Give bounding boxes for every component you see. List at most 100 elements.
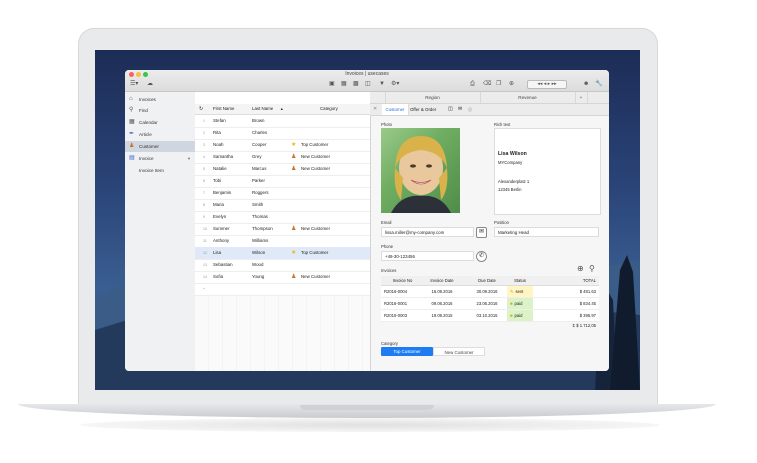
mail-icon[interactable]: ✉ [476, 227, 487, 238]
search-icon[interactable]: ⚲ [589, 264, 595, 273]
category-new-customer-button[interactable]: New Customer [433, 347, 485, 356]
sidebar-item-invoices[interactable]: ⌂ Invoices [125, 94, 195, 105]
close-icon[interactable] [129, 72, 134, 77]
category-cell: Top Customer [301, 250, 329, 255]
status-badge: ■ paid [507, 298, 533, 309]
category-top-customer-button[interactable]: Top Customer [381, 347, 433, 356]
phone-icon[interactable]: ✆ [476, 251, 487, 262]
invoice-row[interactable]: R2016-0004 16.09.2016 30.09.2016 ✎ sent $ 481… [381, 286, 599, 298]
first-name-cell: Noah [213, 142, 224, 147]
first-name-cell: Evelyn [213, 214, 227, 219]
database-icon[interactable]: ☰▾ [130, 80, 138, 88]
cloud-icon[interactable]: ☁ [147, 80, 153, 88]
column-header-first-name[interactable]: First Name [213, 104, 234, 114]
status-badge: ✎ sent [507, 286, 533, 297]
sidebar-item-invoice-item[interactable]: Invoice Item [125, 165, 195, 176]
refresh-icon[interactable]: ↻ [199, 104, 203, 114]
email-field[interactable]: lissa.miller@my-company.com [381, 227, 474, 237]
first-name-cell: Natalie [213, 166, 227, 171]
row-number: 7 [203, 191, 205, 195]
table-view-icon[interactable]: ▦ [341, 80, 347, 88]
trash-icon[interactable]: ⌫ [483, 80, 491, 88]
rich-text-field[interactable]: Lisa Wilson MYCompany Alexanderplatz 1 1… [494, 128, 601, 215]
filter-icon[interactable]: ▼ [379, 80, 385, 88]
customer-photo [381, 128, 460, 213]
user-icon[interactable]: ☻ [583, 80, 589, 88]
money-icon: ■ [510, 301, 513, 306]
zoom-icon[interactable] [143, 72, 148, 77]
last-name-cell: Cooper [252, 142, 267, 147]
layout-icon[interactable]: ◫ [365, 80, 371, 88]
print-icon[interactable]: ⎙ [470, 80, 475, 88]
pencil-icon: ✎ [510, 289, 514, 294]
sidebar-item-find[interactable]: ⚲ Find [125, 105, 195, 116]
house-icon: ⌂ [129, 96, 133, 102]
status-text: paid [514, 301, 523, 306]
column-header-status[interactable]: Status [507, 276, 533, 285]
first-name-cell: Sofia [213, 274, 224, 279]
row-number: 10 [203, 227, 207, 231]
first-name-cell: Summer [213, 226, 230, 231]
sidebar-item-calendar[interactable]: ▦ Calendar [125, 117, 195, 128]
column-header-category[interactable]: Category [320, 104, 338, 114]
tab-revenue[interactable]: Revenue [480, 92, 576, 103]
column-header-invoice-date[interactable]: Invoice Date [422, 276, 462, 285]
invoice-row[interactable]: R2015-0003 19.09.2015 03.10.2015 ■ paid $ 395… [381, 310, 599, 322]
category-cell: New Customer [301, 226, 331, 231]
column-header-due-date[interactable]: Due Date [469, 276, 505, 285]
star-icon: ★ [291, 142, 297, 148]
sum-icon: Σ [572, 323, 576, 328]
column-header-total[interactable]: TOTAL [536, 276, 596, 285]
minimize-icon[interactable] [136, 72, 141, 77]
row-number: + [203, 287, 206, 291]
phone-field[interactable]: +49-30-123456 [381, 251, 474, 261]
row-number: 4 [203, 155, 205, 159]
sidebar-item-customer[interactable]: ♟ Customer [125, 141, 195, 152]
invoice-date-cell: 09.06.2016 [431, 301, 453, 306]
photo-label: Photo [381, 122, 392, 127]
close-detail-icon[interactable]: ✕ [373, 104, 377, 115]
last-name-cell: Young [252, 274, 265, 279]
last-name-cell: Thompson [252, 226, 273, 231]
table-row[interactable]: + [195, 283, 370, 296]
tab-region[interactable]: Region [385, 92, 481, 103]
sidebar-item-invoice[interactable]: ▤ Invoice ▼ [125, 153, 195, 164]
invoice-row[interactable]: R2016-0001 09.06.2016 23.06.2016 ■ paid $ 834… [381, 298, 599, 310]
last-name-cell: Marcus [252, 166, 267, 171]
rich-text-label: Rich text [494, 122, 511, 127]
column-header-last-name[interactable]: Last Name [252, 104, 273, 114]
comment-icon[interactable]: ✉ [458, 104, 462, 115]
add-tab-button[interactable]: + [575, 92, 588, 103]
record-navigator[interactable]: ◂◂ ◂ ▸ ▸▸ [527, 80, 567, 89]
gear-icon[interactable]: ⚙▾ [391, 80, 399, 88]
due-date-cell: 03.10.2015 [476, 313, 498, 318]
person-icon: ♟ [291, 166, 297, 172]
magnifier-icon: ⚲ [129, 107, 134, 113]
phone-label: Phone [381, 244, 394, 249]
document-icon[interactable]: ◫ [448, 104, 453, 115]
invoice-sum-value: $ 1.712,05 [576, 323, 596, 328]
tab-offer-order[interactable]: Offer & Order [410, 104, 436, 115]
row-number: 12 [203, 251, 207, 255]
info-icon[interactable]: ⓘ [468, 104, 472, 115]
sidebar-item-article[interactable]: ✒ Article [125, 129, 195, 140]
add-invoice-icon[interactable]: ⊕ [577, 264, 584, 273]
add-record-icon[interactable]: ⊕ [509, 80, 514, 88]
invoice-date-cell: 16.09.2016 [431, 289, 453, 294]
tab-customer[interactable]: Customer [382, 104, 409, 115]
form-view-icon[interactable]: ▣ [329, 80, 335, 88]
first-name-cell: Sebastian [213, 262, 233, 267]
sort-arrow-icon: ▲ [280, 107, 284, 111]
list-header: ↻ First Name Last Name ▲ Category [195, 104, 370, 115]
row-number: 1 [203, 119, 205, 123]
chevron-down-icon[interactable]: ▼ [187, 153, 191, 164]
chart-icon[interactable]: ▩ [353, 80, 359, 88]
position-field[interactable]: Marketing Head [494, 227, 599, 237]
due-date-cell: 30.09.2016 [476, 289, 498, 294]
wrench-icon[interactable]: 🔧 [595, 80, 602, 88]
last-name-cell: Charles [252, 130, 268, 135]
row-number: 8 [203, 203, 205, 207]
category-cell: New Customer [301, 154, 331, 159]
duplicate-icon[interactable]: ❐ [496, 80, 501, 88]
column-header-invoice-no[interactable]: Invoice No [384, 276, 421, 285]
